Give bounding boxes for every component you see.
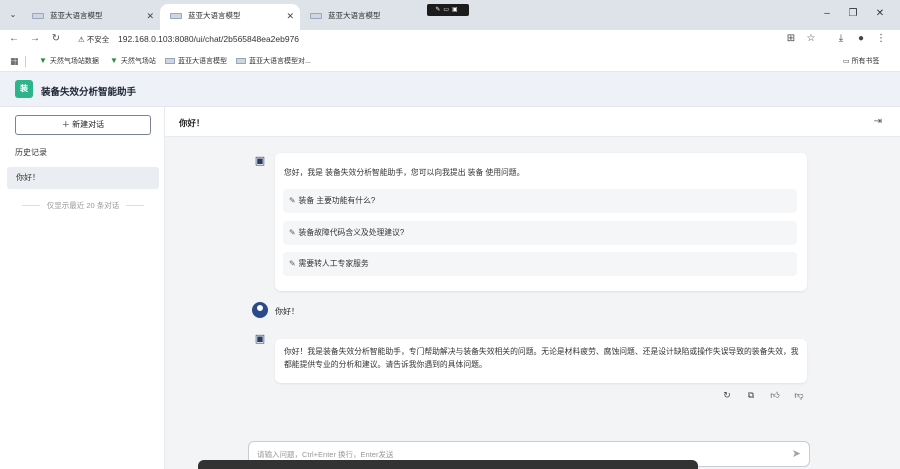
copy-icon[interactable]: ⧉ — [745, 390, 757, 401]
security-indicator[interactable]: ⚠ 不安全 — [78, 34, 109, 45]
thumbs-down-icon[interactable]: 👎︎ — [793, 390, 805, 401]
overlay-bar — [198, 460, 698, 469]
url-text[interactable]: 192.168.0.103:8080/ui/chat/2b565848ea2eb… — [118, 34, 299, 44]
regenerate-icon[interactable]: ↻ — [721, 390, 733, 401]
page-icon — [165, 58, 175, 64]
tab-search-icon[interactable]: ⌄ — [6, 8, 20, 22]
user-message: 你好！ — [275, 307, 299, 316]
warning-icon: ⚠ — [78, 35, 87, 44]
profile-icon[interactable]: ● — [854, 33, 868, 44]
apps-grid-icon[interactable]: ▦ — [10, 56, 19, 67]
chat-header: 你好！ ⇥ — [165, 107, 900, 137]
tab-title: 蓝亚大语言模型 — [50, 11, 103, 20]
browser-tab-strip: ⌄ 蓝亚大语言模型 ✕ 蓝亚大语言模型 ✕ 蓝亚大语言模型 ✎▭▣ – ❐ ✕ — [0, 0, 900, 30]
bookmark-item[interactable]: 蓝亚大语言模型 — [165, 56, 227, 66]
edit-icon: ✎ — [289, 196, 296, 205]
close-tab-icon[interactable]: ✕ — [146, 4, 154, 28]
back-icon[interactable]: ← — [7, 33, 21, 44]
all-bookmarks[interactable]: ▭ 所有书签 — [843, 56, 880, 66]
history-item[interactable]: 你好！ — [7, 167, 159, 189]
page-favicon-icon — [170, 13, 182, 19]
bookmark-leaf-icon: ▼ — [110, 56, 118, 65]
chat-title: 你好！ — [179, 118, 205, 128]
forward-icon[interactable]: → — [28, 33, 42, 44]
page-favicon-icon — [310, 13, 322, 19]
browser-tab-2[interactable]: 蓝亚大语言模型 ✕ — [160, 4, 300, 30]
thumbs-up-icon[interactable]: 👍︎ — [769, 390, 781, 401]
browser-tab-1[interactable]: 蓝亚大语言模型 ✕ — [22, 4, 160, 30]
suggestion-item[interactable]: ✎ 装备 主要功能有什么? — [283, 189, 797, 213]
close-tab-icon[interactable]: ✕ — [286, 4, 294, 28]
download-icon[interactable]: ⤓ — [834, 33, 848, 44]
bookmark-item[interactable]: ▼ 天然气场站数据 — [39, 56, 99, 66]
suggestion-item[interactable]: ✎ 装备故障代码含义及处理建议? — [283, 221, 797, 245]
greeting-text: 您好，我是 装备失效分析智能助手，您可以向我提出 装备 使用问题。 — [284, 168, 525, 177]
suggestion-item[interactable]: ✎ 需要转人工专家服务 — [283, 252, 797, 276]
tab-title: 蓝亚大语言模型 — [328, 11, 381, 20]
divider — [25, 56, 26, 67]
bookmark-item[interactable]: 蓝亚大语言模型对... — [236, 56, 311, 66]
bot-avatar-icon: ▣ — [252, 153, 268, 169]
greeting-bubble: 您好，我是 装备失效分析智能助手，您可以向我提出 装备 使用问题。 ✎ 装备 主要… — [275, 153, 807, 291]
app-header: 装 装备失效分析智能助手 — [0, 72, 900, 107]
minimize-icon[interactable]: – — [820, 8, 834, 19]
bookmark-leaf-icon: ▼ — [39, 56, 47, 65]
answer-bubble: 你好！我是装备失效分析智能助手，专门帮助解决与装备失效相关的问题。无论是材料疲劳… — [275, 339, 807, 383]
chat-area: ▣ 您好，我是 装备失效分析智能助手，您可以向我提出 装备 使用问题。 ✎ 装备 … — [165, 137, 900, 469]
menu-icon[interactable]: ⋮ — [874, 33, 888, 44]
edit-icon: ✎ — [289, 228, 296, 237]
history-note: 仅显示最近 20 条对话 — [22, 200, 144, 211]
screen-share-toolbar[interactable]: ✎▭▣ — [427, 4, 469, 16]
exit-icon[interactable]: ⇥ — [874, 116, 882, 127]
page-favicon-icon — [32, 13, 44, 19]
bookmark-star-icon[interactable]: ☆ — [804, 33, 818, 44]
page-icon — [236, 58, 246, 64]
app-title: 装备失效分析智能助手 — [41, 87, 137, 98]
history-title: 历史记录 — [15, 148, 47, 157]
tab-title: 蓝亚大语言模型 — [188, 11, 241, 20]
answer-text: 你好！我是装备失效分析智能助手，专门帮助解决与装备失效相关的问题。无论是材料疲劳… — [284, 347, 799, 369]
browser-tab-3[interactable]: 蓝亚大语言模型 — [300, 4, 440, 30]
close-window-icon[interactable]: ✕ — [873, 8, 887, 19]
browser-toolbar: ← → ↻ ⚠ 不安全 192.168.0.103:8080/ui/chat/2… — [0, 30, 900, 51]
translate-icon[interactable]: ⊞ — [784, 33, 798, 44]
restore-icon[interactable]: ❐ — [846, 8, 860, 19]
bot-avatar-icon: ▣ — [252, 331, 268, 347]
edit-icon: ✎ — [289, 259, 296, 268]
new-chat-button[interactable]: ＋ 新建对话 — [15, 115, 151, 135]
bookmarks-bar: ▦ ▼ 天然气场站数据 ▼ 天然气场站 蓝亚大语言模型 蓝亚大语言模型对... ▭ … — [0, 51, 900, 72]
user-avatar — [252, 302, 268, 318]
app-logo: 装 — [15, 80, 33, 98]
sidebar: ＋ 新建对话 历史记录 你好！ 仅显示最近 20 条对话 — [0, 107, 165, 469]
folder-icon: ▭ — [843, 58, 852, 65]
send-icon[interactable]: ➤ — [792, 447, 801, 460]
message-input[interactable] — [257, 447, 767, 461]
bookmark-item[interactable]: ▼ 天然气场站 — [110, 56, 156, 66]
reload-icon[interactable]: ↻ — [49, 33, 63, 44]
